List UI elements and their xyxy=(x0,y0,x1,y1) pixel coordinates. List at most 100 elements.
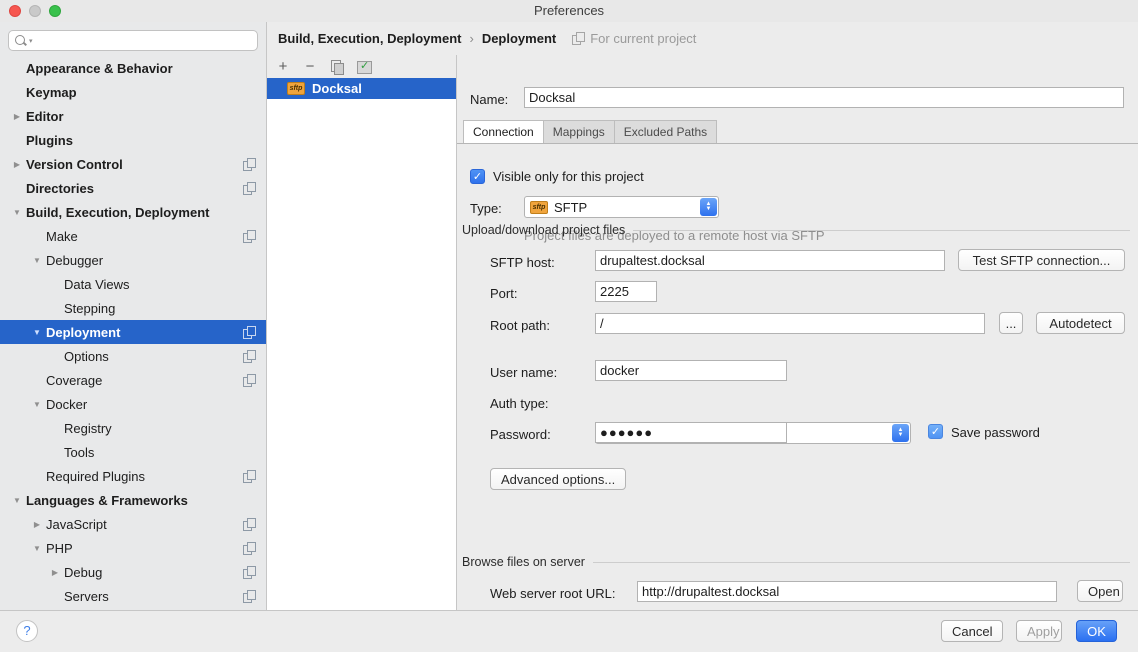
content-region: Build, Execution, Deployment › Deploymen… xyxy=(267,22,1138,610)
deployment-form: Name: Connection Mappings Excluded Paths… xyxy=(457,55,1138,610)
port-input[interactable] xyxy=(595,281,657,302)
per-project-icon xyxy=(243,230,256,243)
divider xyxy=(633,230,1130,231)
web-server-root-url-input[interactable] xyxy=(637,581,1057,602)
add-button[interactable]: + xyxy=(274,58,292,76)
help-button[interactable]: ? xyxy=(16,620,38,642)
sftp-icon: sftp xyxy=(287,82,305,95)
password-label: Password: xyxy=(490,427,551,442)
tab-connection[interactable]: Connection xyxy=(463,120,544,143)
sftp-host-input[interactable] xyxy=(595,250,945,271)
divider xyxy=(593,562,1130,563)
breadcrumb: Build, Execution, Deployment › Deploymen… xyxy=(267,22,1138,55)
sidebar-item-servers[interactable]: Servers xyxy=(0,584,266,608)
browse-root-path-button[interactable]: ... xyxy=(999,312,1023,334)
server-list-panel: + − sftp Docksal xyxy=(267,55,457,610)
window-title: Preferences xyxy=(0,3,1138,18)
dropdown-stepper-icon: ▲▼ xyxy=(892,424,909,442)
password-input[interactable] xyxy=(595,422,787,443)
per-project-icon xyxy=(243,158,256,171)
chevron-right-icon[interactable] xyxy=(8,160,26,169)
per-project-icon xyxy=(243,326,256,339)
sidebar-item-appearance-behavior[interactable]: Appearance & Behavior xyxy=(0,56,266,80)
browse-group-title: Browse files on server xyxy=(462,555,1130,569)
chevron-right-icon[interactable] xyxy=(8,112,26,121)
advanced-options-button[interactable]: Advanced options... xyxy=(490,468,626,490)
user-name-input[interactable] xyxy=(595,360,787,381)
per-project-icon xyxy=(572,32,585,45)
per-project-icon xyxy=(243,350,256,363)
sidebar-item-options[interactable]: Options xyxy=(0,344,266,368)
sidebar-item-docker[interactable]: Docker xyxy=(0,392,266,416)
breadcrumb-build-execution-deployment[interactable]: Build, Execution, Deployment xyxy=(278,31,461,46)
scope-indicator: For current project xyxy=(572,31,696,46)
user-name-label: User name: xyxy=(490,365,557,380)
sidebar-item-directories[interactable]: Directories xyxy=(0,176,266,200)
settings-sidebar: ▾ Appearance & Behavior Keymap Editor Pl… xyxy=(0,22,267,610)
breadcrumb-separator: › xyxy=(469,31,473,46)
chevron-down-icon[interactable] xyxy=(28,400,46,409)
chevron-down-icon[interactable] xyxy=(8,496,26,505)
visible-only-checkbox[interactable]: ✓ xyxy=(470,169,485,184)
chevron-down-icon[interactable]: ▾ xyxy=(29,37,33,45)
test-sftp-connection-button[interactable]: Test SFTP connection... xyxy=(958,249,1125,271)
save-password-label: Save password xyxy=(951,425,1040,440)
ok-button[interactable]: OK xyxy=(1076,620,1117,642)
upload-group-title: Upload/download project files xyxy=(462,223,1130,237)
server-item-label: Docksal xyxy=(312,81,362,96)
server-list-item-docksal[interactable]: sftp Docksal xyxy=(267,78,456,99)
settings-tree: Appearance & Behavior Keymap Editor Plug… xyxy=(0,56,266,608)
name-label: Name: xyxy=(470,92,508,107)
sidebar-item-plugins[interactable]: Plugins xyxy=(0,128,266,152)
per-project-icon xyxy=(243,182,256,195)
tab-excluded-paths[interactable]: Excluded Paths xyxy=(614,120,717,143)
port-label: Port: xyxy=(490,286,517,301)
sidebar-item-deployment[interactable]: Deployment xyxy=(0,320,266,344)
root-path-label: Root path: xyxy=(490,318,550,333)
chevron-down-icon[interactable] xyxy=(28,256,46,265)
sidebar-item-registry[interactable]: Registry xyxy=(0,416,266,440)
search-input[interactable]: ▾ xyxy=(8,30,258,51)
visible-only-label: Visible only for this project xyxy=(493,169,644,184)
sidebar-item-languages-frameworks[interactable]: Languages & Frameworks xyxy=(0,488,266,512)
scope-label: For current project xyxy=(590,31,696,46)
sidebar-item-debugger[interactable]: Debugger xyxy=(0,248,266,272)
root-path-input[interactable] xyxy=(595,313,985,334)
auth-type-label: Auth type: xyxy=(490,396,549,411)
sidebar-item-required-plugins[interactable]: Required Plugins xyxy=(0,464,266,488)
chevron-right-icon[interactable] xyxy=(28,520,46,529)
name-input[interactable] xyxy=(524,87,1124,108)
sidebar-item-debug[interactable]: Debug xyxy=(0,560,266,584)
open-button[interactable]: Open xyxy=(1077,580,1123,602)
sidebar-item-javascript[interactable]: JavaScript xyxy=(0,512,266,536)
cancel-button[interactable]: Cancel xyxy=(941,620,1003,642)
sidebar-item-make[interactable]: Make xyxy=(0,224,266,248)
use-as-default-button[interactable] xyxy=(355,58,373,76)
sidebar-item-tools[interactable]: Tools xyxy=(0,440,266,464)
sidebar-item-php[interactable]: PHP xyxy=(0,536,266,560)
sidebar-item-editor[interactable]: Editor xyxy=(0,104,266,128)
apply-button[interactable]: Apply xyxy=(1016,620,1062,642)
server-list-toolbar: + − xyxy=(267,55,456,78)
per-project-icon xyxy=(243,374,256,387)
search-icon xyxy=(14,34,28,48)
sidebar-item-stepping[interactable]: Stepping xyxy=(0,296,266,320)
chevron-down-icon[interactable] xyxy=(8,208,26,217)
remove-button[interactable]: − xyxy=(301,58,319,76)
chevron-down-icon[interactable] xyxy=(28,544,46,553)
chevron-down-icon[interactable] xyxy=(28,328,46,337)
per-project-icon xyxy=(243,518,256,531)
sidebar-item-keymap[interactable]: Keymap xyxy=(0,80,266,104)
sidebar-item-build-execution-deployment[interactable]: Build, Execution, Deployment xyxy=(0,200,266,224)
autodetect-button[interactable]: Autodetect xyxy=(1036,312,1125,334)
sidebar-item-coverage[interactable]: Coverage xyxy=(0,368,266,392)
use-as-default-icon xyxy=(357,60,371,73)
type-dropdown[interactable]: sftp SFTP ▲▼ xyxy=(524,196,719,218)
chevron-right-icon[interactable] xyxy=(46,568,64,577)
sidebar-item-data-views[interactable]: Data Views xyxy=(0,272,266,296)
tab-mappings[interactable]: Mappings xyxy=(543,120,615,143)
copy-button[interactable] xyxy=(328,58,346,76)
save-password-checkbox[interactable]: ✓ xyxy=(928,424,943,439)
tab-bar: Connection Mappings Excluded Paths xyxy=(457,121,1138,144)
sidebar-item-version-control[interactable]: Version Control xyxy=(0,152,266,176)
